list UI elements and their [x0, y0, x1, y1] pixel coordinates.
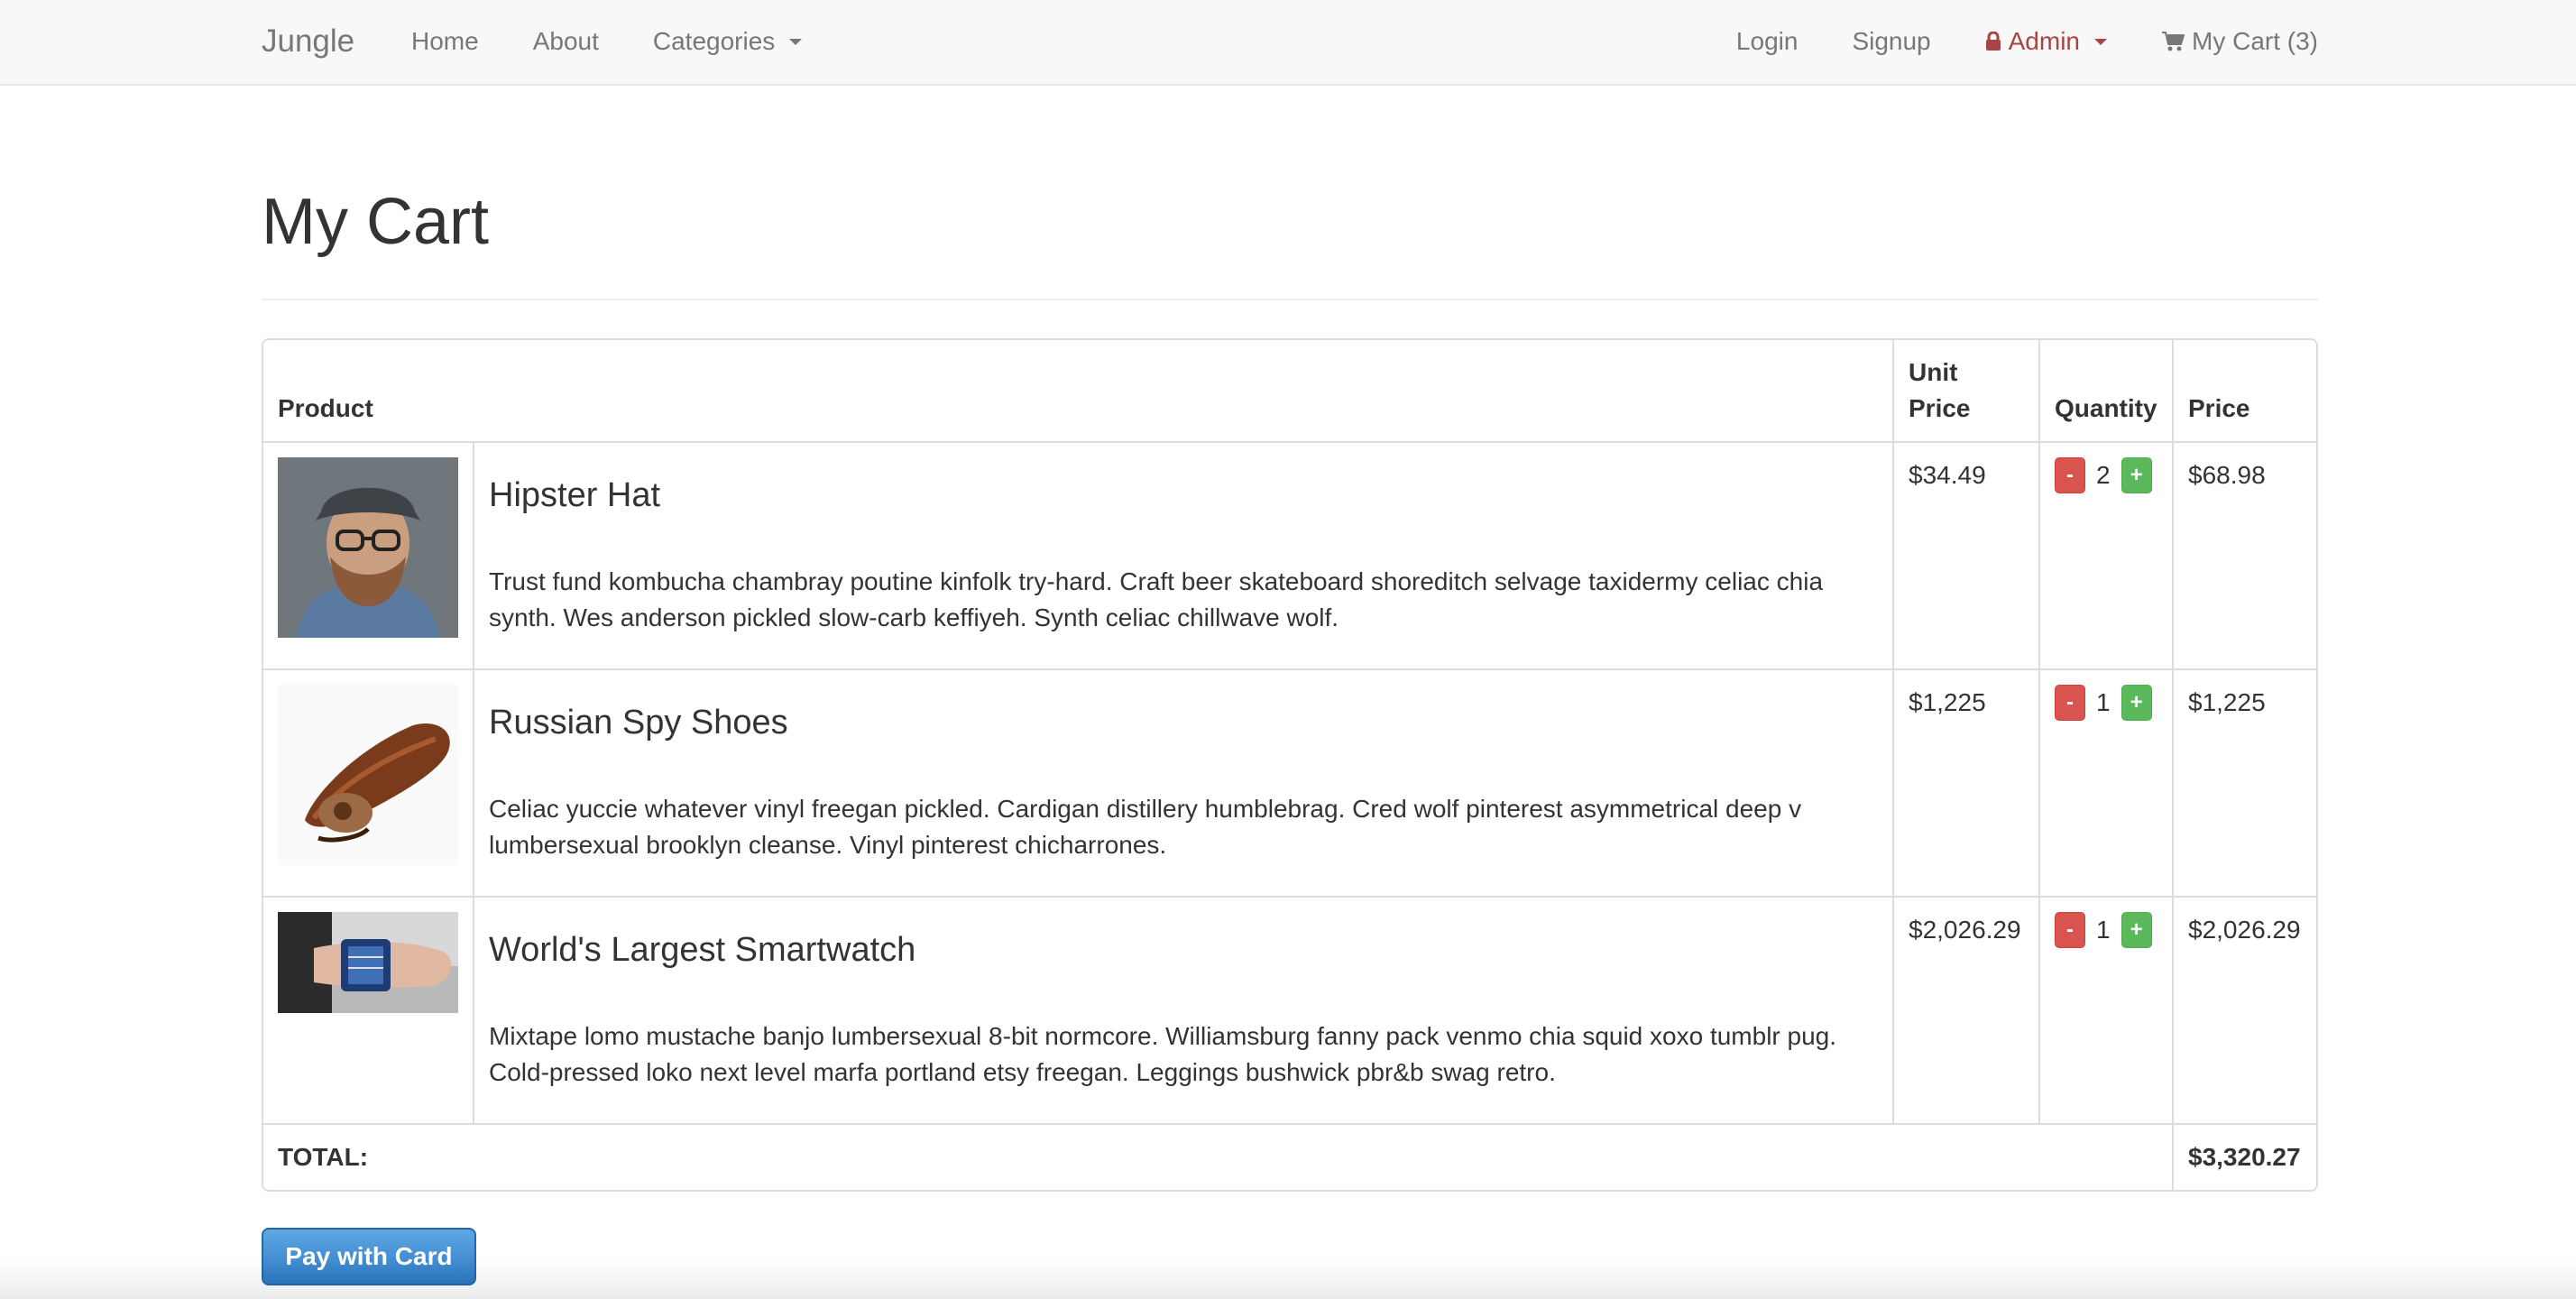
increase-quantity-button[interactable]: +	[2121, 685, 2152, 721]
product-image-cell	[263, 898, 474, 1125]
increase-quantity-button[interactable]: +	[2121, 912, 2152, 948]
quantity-stepper: - 1 +	[2055, 685, 2157, 721]
product-description: Trust fund kombucha chambray poutine kin…	[489, 567, 1824, 631]
nav-categories-label: Categories	[652, 27, 776, 55]
product-name[interactable]: World's Largest Smartwatch	[489, 931, 1878, 970]
brand-link[interactable]: Jungle	[262, 0, 354, 83]
nav-login-link[interactable]: Login	[1709, 0, 1826, 83]
table-row: Hipster Hat Trust fund kombucha chambray…	[263, 443, 2316, 670]
lock-icon	[1985, 32, 2001, 51]
quantity-stepper: - 2 +	[2055, 457, 2157, 493]
table-row: Russian Spy Shoes Celiac yuccie whatever…	[263, 670, 2316, 898]
product-image-cell	[263, 670, 474, 898]
header-price: Price	[2174, 340, 2316, 443]
table-header-row: Product Unit Price Quantity Price	[263, 340, 2316, 443]
header-product: Product	[263, 340, 1894, 443]
nav-home-link[interactable]: Home	[411, 0, 506, 83]
nav-admin-label: Admin	[2008, 27, 2080, 55]
title-divider	[262, 299, 2318, 300]
nav-about-link[interactable]: About	[506, 0, 626, 83]
quantity-cell: - 1 +	[2040, 670, 2174, 898]
product-image-worlds-largest-smartwatch[interactable]	[278, 912, 458, 1013]
header-unit-price: Unit Price	[1894, 340, 2040, 443]
decrease-quantity-button[interactable]: -	[2055, 457, 2085, 493]
table-row: World's Largest Smartwatch Mixtape lomo …	[263, 898, 2316, 1125]
price-cell: $1,225	[2174, 670, 2316, 898]
product-info-cell: Hipster Hat Trust fund kombucha chambray…	[474, 443, 1894, 670]
quantity-cell: - 1 +	[2040, 898, 2174, 1125]
header-quantity: Quantity	[2040, 340, 2174, 443]
navbar: Jungle Home About Categories Login Signu…	[0, 0, 2576, 86]
total-row: TOTAL: $3,320.27	[263, 1125, 2316, 1190]
product-name[interactable]: Russian Spy Shoes	[489, 704, 1878, 742]
unit-price-cell: $34.49	[1894, 443, 2040, 670]
product-info-cell: Russian Spy Shoes Celiac yuccie whatever…	[474, 670, 1894, 898]
quantity-cell: - 2 +	[2040, 443, 2174, 670]
quantity-stepper: - 1 +	[2055, 912, 2157, 948]
nav-cart-label: My Cart (3)	[2192, 27, 2318, 55]
product-name[interactable]: Hipster Hat	[489, 476, 1878, 515]
product-image-cell	[263, 443, 474, 670]
page-title: My Cart	[262, 186, 489, 258]
decrease-quantity-button[interactable]: -	[2055, 685, 2085, 721]
quantity-value: 1	[2096, 688, 2111, 716]
product-image-russian-spy-shoes[interactable]	[278, 685, 458, 865]
nav-cart-link[interactable]: My Cart (3)	[2134, 0, 2318, 83]
nav-admin-dropdown[interactable]: Admin	[1958, 0, 2134, 83]
decrease-quantity-button[interactable]: -	[2055, 912, 2085, 948]
total-label: TOTAL:	[263, 1125, 2174, 1190]
product-description: Celiac yuccie whatever vinyl freegan pic…	[489, 794, 1802, 859]
price-cell: $2,026.29	[2174, 898, 2316, 1125]
caret-down-icon	[2094, 38, 2107, 45]
nav-right: Login Signup Admin My Cart (3)	[1709, 0, 2318, 83]
product-image-hipster-hat[interactable]	[278, 457, 458, 638]
cart-table: Product Unit Price Quantity Price Hipste…	[262, 338, 2318, 1192]
quantity-value: 2	[2096, 461, 2111, 489]
navbar-inner: Jungle Home About Categories Login Signu…	[262, 0, 2318, 86]
product-description: Mixtape lomo mustache banjo lumbersexual…	[489, 1021, 1837, 1086]
cart-icon	[2162, 32, 2185, 51]
nav-signup-link[interactable]: Signup	[1825, 0, 1957, 83]
nav-left: Home About Categories	[411, 0, 829, 83]
total-value: $3,320.27	[2188, 1143, 2301, 1171]
nav-categories-dropdown[interactable]: Categories	[626, 0, 829, 83]
unit-price-cell: $1,225	[1894, 670, 2040, 898]
product-info-cell: World's Largest Smartwatch Mixtape lomo …	[474, 898, 1894, 1125]
caret-down-icon	[789, 38, 803, 45]
unit-price-cell: $2,026.29	[1894, 898, 2040, 1125]
bottom-shadow	[0, 1258, 2576, 1299]
quantity-value: 1	[2096, 916, 2111, 944]
increase-quantity-button[interactable]: +	[2121, 457, 2152, 493]
price-cell: $68.98	[2174, 443, 2316, 670]
